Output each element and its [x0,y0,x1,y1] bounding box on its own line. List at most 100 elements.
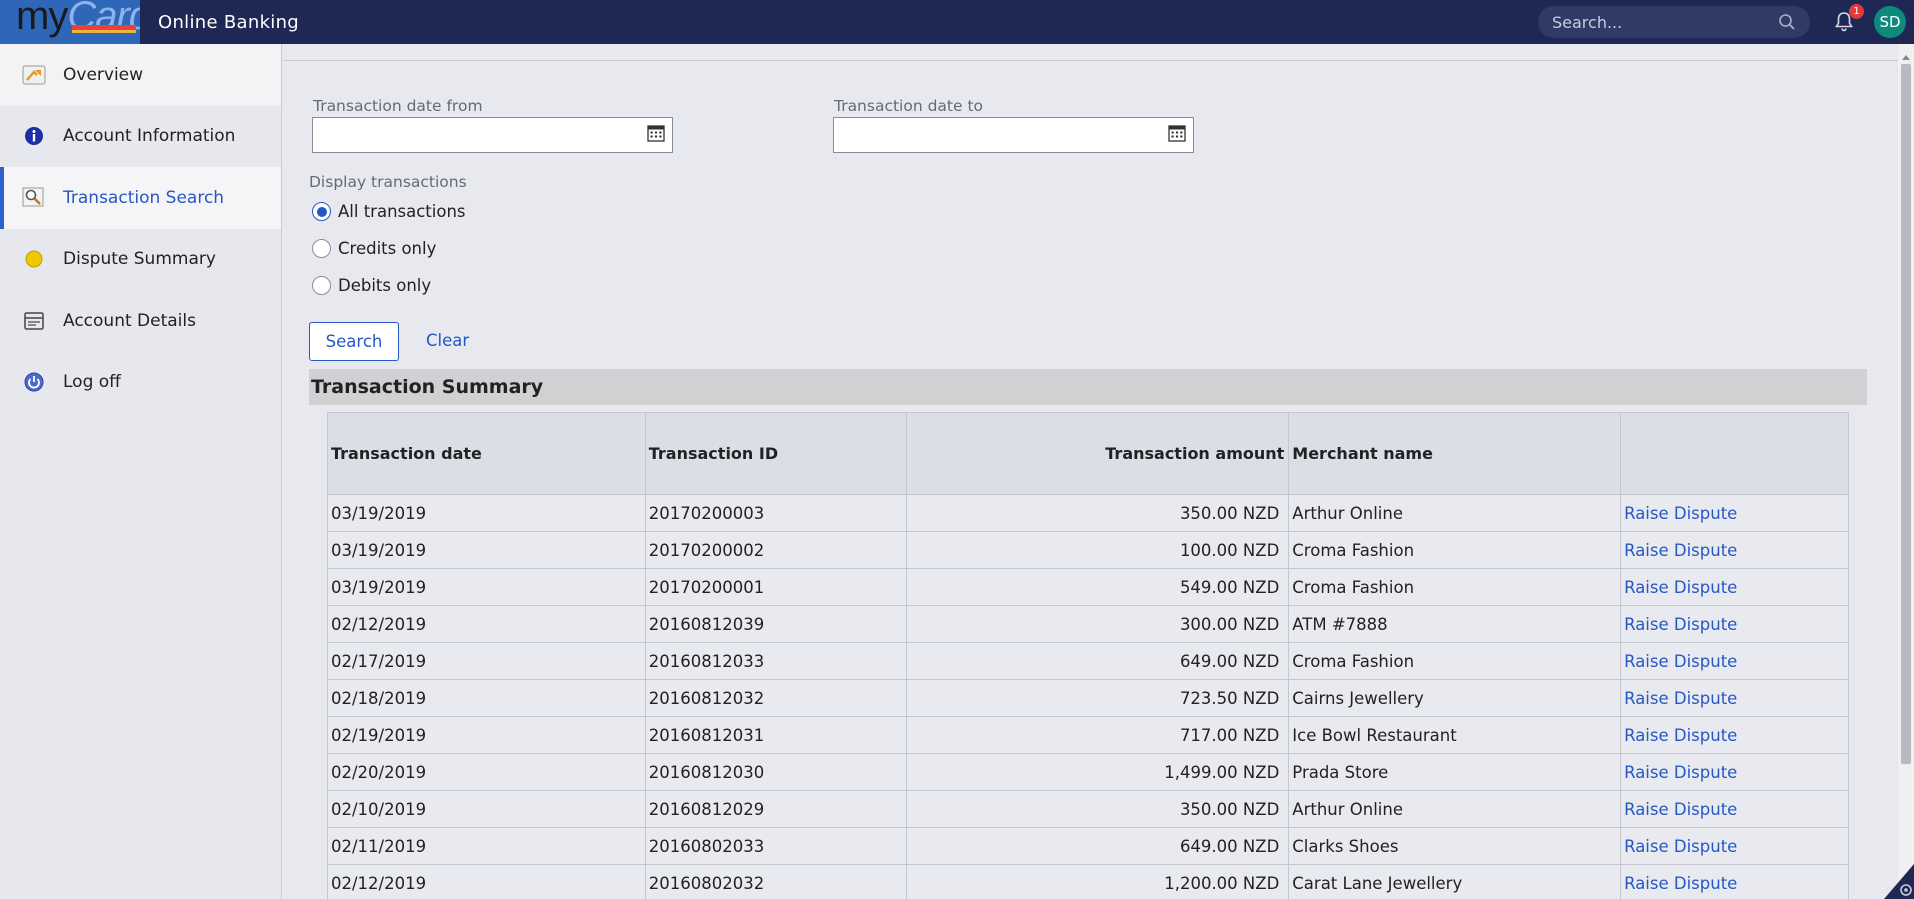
cell-amount: 1,499.00 NZD [906,753,1290,791]
cell-merchant: Ice Bowl Restaurant [1288,716,1622,754]
arrow-folder-icon [22,63,46,87]
sidebar: Overview Account Information Transaction… [0,44,282,899]
cell-transaction-id: 20160812032 [645,679,907,717]
logo-prefix: my [16,0,68,38]
cell-amount: 723.50 NZD [906,679,1290,717]
cell-transaction-id: 20160802033 [645,827,907,865]
cell-transaction-id: 20160812030 [645,753,907,791]
date-to-input[interactable] [840,124,1140,141]
date-to-field[interactable] [833,117,1194,153]
cell-date: 02/10/2019 [327,790,646,828]
raise-dispute-link[interactable]: Raise Dispute [1620,716,1849,754]
search-icon[interactable] [1778,13,1796,31]
table-row: 02/19/2019 20160812031 717.00 NZD Ice Bowl … [327,716,1849,754]
raise-dispute-link[interactable]: Raise Dispute [1620,494,1849,532]
table-row: 03/19/2019 20170200003 350.00 NZD Arthur On… [327,494,1849,532]
mycard-logo[interactable]: myCard [0,0,140,44]
radio-button[interactable] [312,276,331,295]
raise-dispute-link[interactable]: Raise Dispute [1620,753,1849,791]
column-header-action [1620,412,1849,495]
table-row: 02/17/2019 20160812033 649.00 NZD Croma Fas… [327,642,1849,680]
sidebar-item-label: Overview [63,64,144,85]
radio-button[interactable] [312,202,331,221]
cell-merchant: Clarks Shoes [1288,827,1622,865]
cell-amount: 649.00 NZD [906,827,1290,865]
date-from-field[interactable] [312,117,673,153]
cell-merchant: Arthur Online [1288,494,1622,532]
cell-transaction-id: 20170200002 [645,531,907,569]
notifications-button[interactable]: 1 [1832,4,1864,34]
cell-amount: 1,200.00 NZD [906,864,1290,899]
sidebar-item-account-information[interactable]: Account Information [0,106,281,168]
raise-dispute-link[interactable]: Raise Dispute [1620,864,1849,899]
raise-dispute-link[interactable]: Raise Dispute [1620,531,1849,569]
cell-transaction-id: 20160812029 [645,790,907,828]
logo-text: myCard [16,0,140,39]
notification-badge: 1 [1849,4,1864,19]
sidebar-item-log-off[interactable]: Log off [0,352,281,414]
info-icon [22,124,46,148]
sidebar-item-account-details[interactable]: Account Details [0,290,281,352]
cell-merchant: Cairns Jewellery [1288,679,1622,717]
table-row: 02/11/2019 20160802033 649.00 NZD Clarks Sh… [327,827,1849,865]
column-header-date[interactable]: Transaction date [327,412,646,495]
column-header-merchant[interactable]: Merchant name [1288,412,1622,495]
display-transactions-label: Display transactions [309,173,467,191]
header-tools: 1 SD [1538,4,1914,38]
radio-button[interactable] [312,239,331,258]
cell-merchant: Arthur Online [1288,790,1622,828]
raise-dispute-link[interactable]: Raise Dispute [1620,827,1849,865]
raise-dispute-link[interactable]: Raise Dispute [1620,790,1849,828]
sidebar-item-label: Transaction Search [63,187,225,208]
radio-label: All transactions [338,202,466,221]
cell-date: 02/17/2019 [327,642,646,680]
scroll-up-arrow-icon[interactable] [1902,54,1910,60]
yellow-dot-icon [22,247,46,271]
raise-dispute-link[interactable]: Raise Dispute [1620,679,1849,717]
cell-transaction-id: 20160802032 [645,864,907,899]
date-from-input[interactable] [319,124,619,141]
user-avatar[interactable]: SD [1874,6,1906,38]
calendar-icon[interactable] [1167,123,1187,147]
date-to-label: Transaction date to [834,97,984,115]
radio-credits-only[interactable]: Credits only [312,239,436,258]
cell-date: 02/19/2019 [327,716,646,754]
sidebar-item-transaction-search[interactable]: Transaction Search [0,167,281,229]
sidebar-item-dispute-summary[interactable]: Dispute Summary [0,229,281,291]
sidebar-item-overview[interactable]: Overview [0,44,281,106]
app-title: Online Banking [158,11,300,33]
search-button[interactable]: Search [309,322,399,361]
cell-transaction-id: 20160812033 [645,642,907,680]
table-header-row: Transaction date Transaction ID Transact… [327,412,1849,495]
sidebar-item-label: Account Information [63,126,236,147]
raise-dispute-link[interactable]: Raise Dispute [1620,605,1849,643]
sidebar-item-label: Dispute Summary [63,249,216,270]
cell-merchant: Prada Store [1288,753,1622,791]
cell-merchant: Croma Fashion [1288,642,1622,680]
radio-debits-only[interactable]: Debits only [312,276,431,295]
table-row: 03/19/2019 20170200002 100.00 NZD Croma Fas… [327,531,1849,569]
raise-dispute-link[interactable]: Raise Dispute [1620,642,1849,680]
cell-date: 02/20/2019 [327,753,646,791]
cell-date: 02/11/2019 [327,827,646,865]
scrollbar-thumb[interactable] [1901,64,1911,764]
sidebar-item-label: Log off [63,372,121,393]
clear-link[interactable]: Clear [426,331,469,350]
table-row: 02/18/2019 20160812032 723.50 NZD Cairns Je… [327,679,1849,717]
settings-gear-icon[interactable] [1884,852,1914,899]
table-row: 02/10/2019 20160812029 350.00 NZD Arthur On… [327,790,1849,828]
global-search-input[interactable] [1552,12,1778,32]
radio-all-transactions[interactable]: All transactions [312,202,466,221]
table-body: 03/19/2019 20170200003 350.00 NZD Arthur On… [327,494,1849,899]
raise-dispute-link[interactable]: Raise Dispute [1620,568,1849,606]
cell-amount: 350.00 NZD [906,494,1290,532]
global-search[interactable] [1538,6,1810,38]
column-header-amount[interactable]: Transaction amount [906,412,1290,495]
column-header-id[interactable]: Transaction ID [645,412,907,495]
date-from-label: Transaction date from [313,97,483,115]
radio-label: Credits only [338,239,437,258]
table-row: 02/20/2019 20160812030 1,499.00 NZD Prada S… [327,753,1849,791]
cell-merchant: Croma Fashion [1288,568,1622,606]
cell-date: 02/12/2019 [327,605,646,643]
calendar-icon[interactable] [646,123,666,147]
